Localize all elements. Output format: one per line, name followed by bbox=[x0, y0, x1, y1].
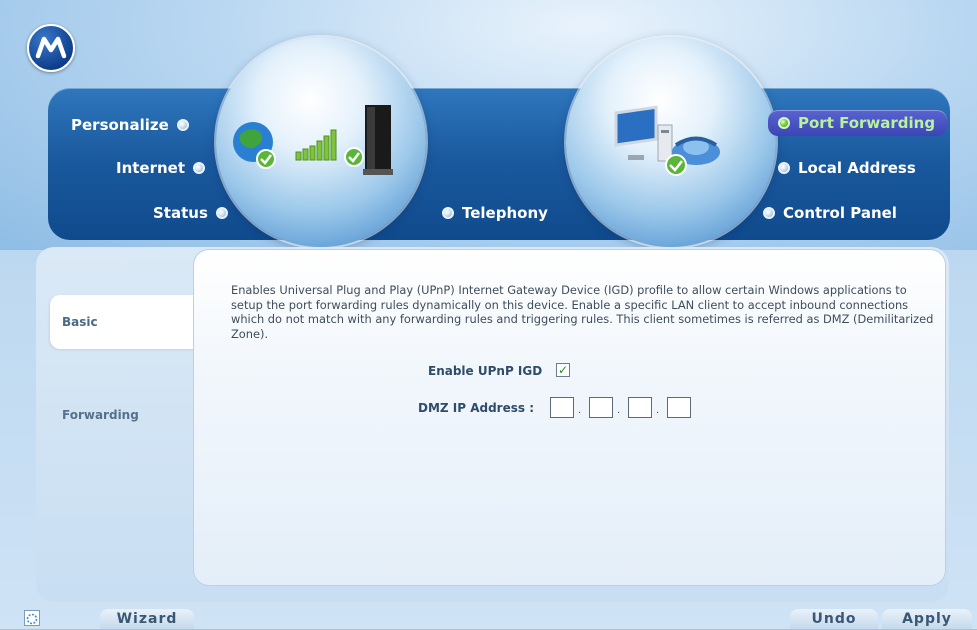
upnp-label: Enable UPnP IGD bbox=[428, 364, 543, 378]
nav-item-port-forwarding[interactable]: Port Forwarding bbox=[768, 110, 948, 136]
nav-item-label: Status bbox=[153, 204, 208, 222]
right-nav-bubble bbox=[566, 37, 776, 247]
radio-dot-icon bbox=[442, 207, 454, 219]
radio-dot-icon bbox=[215, 207, 228, 219]
nav-item-label: Local Address bbox=[798, 159, 916, 177]
radio-dot-icon bbox=[193, 162, 206, 174]
checkmark-icon: ✓ bbox=[557, 363, 569, 377]
nav-item-personalize[interactable]: Personalize bbox=[71, 116, 189, 134]
nav-item-label: Internet bbox=[116, 159, 186, 177]
tab-label: Basic bbox=[62, 315, 98, 329]
ip-separator: . bbox=[617, 405, 621, 416]
network-illustration bbox=[614, 105, 720, 176]
motorola-logo-icon bbox=[27, 24, 75, 72]
dmz-ip-octet-1[interactable] bbox=[550, 397, 574, 418]
wizard-icon[interactable] bbox=[24, 610, 40, 626]
tab-forwarding[interactable]: Forwarding bbox=[50, 388, 198, 442]
undo-button-label: Undo bbox=[811, 611, 857, 627]
apply-button[interactable]: Apply bbox=[882, 609, 972, 629]
tab-label: Forwarding bbox=[62, 408, 139, 422]
upnp-checkbox[interactable]: ✓ bbox=[556, 363, 570, 377]
dmz-ip-octet-3[interactable] bbox=[628, 397, 652, 418]
radio-dot-icon bbox=[763, 207, 775, 219]
apply-button-label: Apply bbox=[902, 611, 952, 627]
nav-item-label: Control Panel bbox=[783, 204, 897, 222]
dmz-label: DMZ IP Address : bbox=[418, 401, 535, 415]
description-text: Enables Universal Plug and Play (UPnP) I… bbox=[231, 283, 934, 341]
computer-monitor-icon bbox=[614, 105, 658, 160]
dmz-ip-octet-4[interactable] bbox=[667, 397, 691, 418]
nav-item-label: Personalize bbox=[71, 116, 169, 134]
wizard-button-label: Wizard bbox=[116, 611, 178, 627]
check-badge-icon bbox=[344, 147, 364, 167]
radio-dot-icon bbox=[778, 117, 790, 129]
radio-dot-icon bbox=[176, 119, 189, 131]
undo-button[interactable]: Undo bbox=[790, 609, 878, 629]
ip-separator: . bbox=[656, 405, 660, 416]
nav-item-label: Port Forwarding bbox=[798, 114, 936, 132]
modem-device-icon bbox=[363, 105, 393, 175]
check-badge-icon bbox=[665, 154, 687, 176]
signal-bars-icon bbox=[295, 129, 337, 161]
left-nav-bubble bbox=[216, 37, 426, 247]
check-badge-icon bbox=[256, 149, 276, 169]
nav-item-telephony[interactable]: Telephony bbox=[442, 204, 548, 222]
wizard-button[interactable]: Wizard bbox=[100, 609, 194, 629]
ip-separator: . bbox=[578, 405, 582, 416]
pc-tower-icon bbox=[657, 124, 673, 162]
internet-status-illustration bbox=[233, 105, 393, 175]
nav-item-status[interactable]: Status bbox=[153, 204, 228, 222]
nav-item-label: Telephony bbox=[462, 204, 548, 222]
nav-item-local-address[interactable]: Local Address bbox=[778, 159, 916, 177]
dmz-ip-octet-2[interactable] bbox=[589, 397, 613, 418]
nav-item-internet[interactable]: Internet bbox=[116, 159, 206, 177]
radio-dot-icon bbox=[778, 162, 790, 174]
nav-item-control-panel[interactable]: Control Panel bbox=[763, 204, 897, 222]
tab-basic[interactable]: Basic bbox=[50, 295, 198, 349]
